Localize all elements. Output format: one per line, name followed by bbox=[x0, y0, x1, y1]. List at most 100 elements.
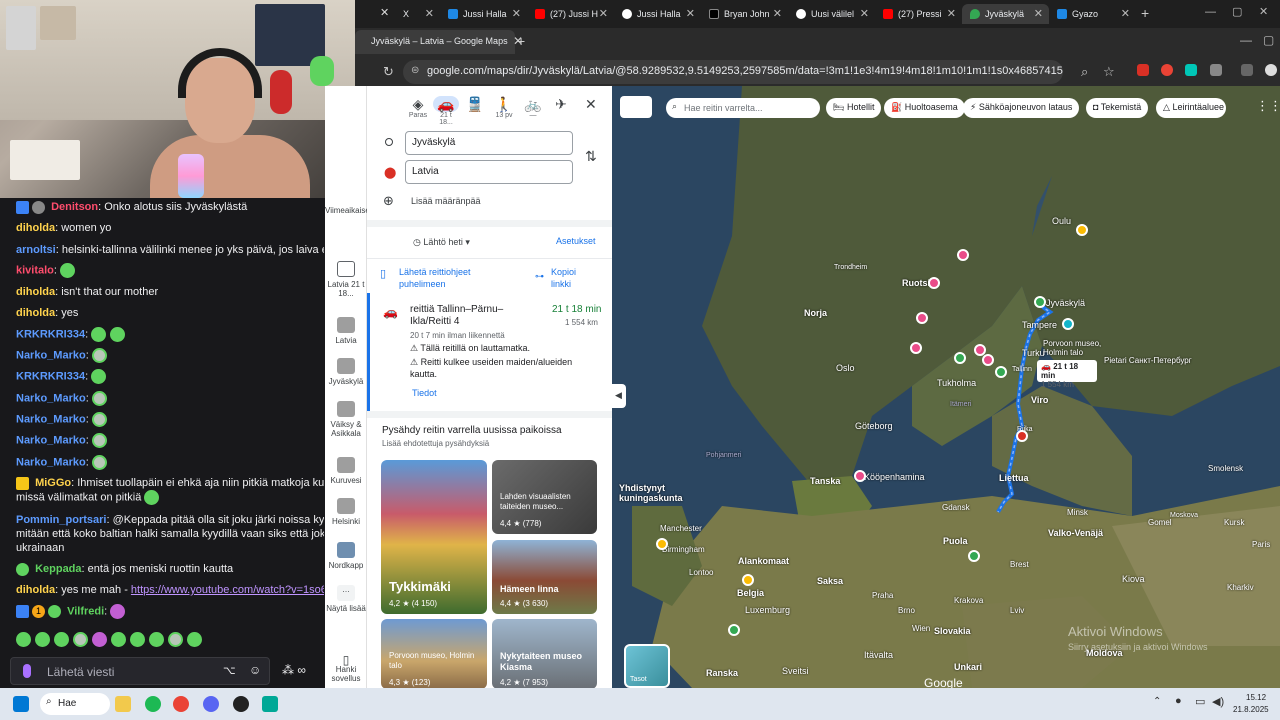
collapse-panel-button[interactable]: ◀ bbox=[612, 384, 626, 408]
route-time-label[interactable]: 🚗 21 t 18 min 1 554 km bbox=[1037, 360, 1097, 389]
profile-avatar[interactable] bbox=[1265, 64, 1277, 76]
poi-pin[interactable] bbox=[1076, 224, 1088, 236]
maximize-icon[interactable]: ▢ bbox=[1232, 5, 1242, 18]
poi-pin[interactable] bbox=[982, 354, 994, 366]
volume-icon[interactable]: ◀) bbox=[1212, 695, 1224, 708]
layers-button[interactable]: Tasot bbox=[624, 644, 670, 688]
network-icon[interactable]: ▭ bbox=[1195, 695, 1205, 708]
menu-icon[interactable] bbox=[1241, 64, 1253, 76]
chip-hotels[interactable]: 🛏 Hotellit bbox=[826, 98, 882, 118]
tab[interactable]: (27) Jussi H ✕ bbox=[527, 4, 614, 24]
rail-item-kuruvesi[interactable]: Kuruvesi bbox=[325, 457, 367, 485]
mode-car[interactable]: 🚗 21 t 18... bbox=[433, 96, 459, 126]
poi-pin[interactable] bbox=[910, 342, 922, 354]
youtube-link[interactable]: https://www.youtube.com/watch?v=1so6Mvm bbox=[131, 584, 324, 596]
clock-date[interactable]: 21.8.2025 bbox=[1233, 705, 1269, 714]
rail-get-app[interactable]: ▯ Hanki sovellus bbox=[325, 654, 367, 683]
bookmark-star-icon[interactable]: ☆ bbox=[1103, 64, 1115, 80]
emoji-icon[interactable]: ☺ bbox=[249, 663, 261, 677]
channel-points-icon[interactable]: ⁂ ∞ bbox=[282, 663, 306, 677]
taskbar-search[interactable]: ⌕ Hae bbox=[40, 693, 110, 715]
poi-pin[interactable] bbox=[742, 574, 754, 586]
place-card-kiasma[interactable]: Nykytaiteen museo Kiasma 4,2 ★ (7 953) bbox=[492, 619, 597, 688]
place-card-hameen-linna[interactable]: Hämeen linna 4,4 ★ (3 630) bbox=[492, 540, 597, 614]
chrome-icon[interactable] bbox=[173, 696, 189, 712]
depart-dropdown[interactable]: ◷ Lähtö heti ▾ bbox=[407, 234, 476, 252]
settings-link[interactable]: Asetukset bbox=[556, 236, 596, 246]
destination-input[interactable]: Latvia bbox=[405, 160, 573, 184]
window-close-icon[interactable]: ✕ bbox=[1259, 5, 1268, 18]
add-destination[interactable]: Lisää määränpää bbox=[411, 196, 481, 206]
tray-chevron-icon[interactable]: ⌃ bbox=[1153, 696, 1161, 707]
chip-ev[interactable]: ⚡ Sähköajoneuvon lataus bbox=[963, 98, 1080, 118]
poi-pin[interactable] bbox=[957, 249, 969, 261]
mic-icon[interactable]: ● bbox=[1175, 695, 1182, 707]
minimize-icon[interactable]: — bbox=[1240, 33, 1252, 47]
copy-link[interactable]: Kopioi linkki bbox=[551, 266, 596, 290]
chip-gas[interactable]: ⛽ Huoltoasema bbox=[884, 98, 965, 118]
extensions-puzzle-icon[interactable] bbox=[1210, 64, 1222, 76]
mic-icon[interactable] bbox=[23, 664, 31, 678]
tab[interactable]: Jussi Halla ✕ bbox=[614, 4, 701, 24]
minimize-icon[interactable]: — bbox=[1205, 6, 1216, 18]
inner-tab[interactable]: Jyväskylä – Latvia – Google Maps bbox=[355, 30, 515, 54]
address-bar[interactable]: ⊜ google.com/maps/dir/Jyväskylä/Latvia/@… bbox=[403, 60, 1063, 84]
file-explorer-icon[interactable] bbox=[115, 696, 131, 712]
extension-icon[interactable] bbox=[1161, 64, 1173, 76]
rail-item-latvia[interactable]: Latvia bbox=[325, 317, 367, 345]
tab[interactable]: (27) Pressi ✕ bbox=[875, 4, 962, 24]
chip-camping[interactable]: △ Leirintäaluee bbox=[1156, 98, 1226, 118]
clock-time[interactable]: 15.12 bbox=[1246, 693, 1266, 702]
route-option[interactable]: 🚗 reittiä Tallinn–Pärnu–Ikla/Reitti 4 21… bbox=[367, 293, 612, 411]
extension-icon[interactable] bbox=[1137, 64, 1149, 76]
rail-show-more[interactable]: … Näytä lisää bbox=[325, 585, 367, 613]
discord-icon[interactable] bbox=[203, 696, 219, 712]
destination-pin[interactable] bbox=[1016, 430, 1028, 442]
zoom-icon[interactable]: ⌕ bbox=[1081, 64, 1088, 80]
poi-pin[interactable] bbox=[968, 550, 980, 562]
rail-item-latvia-route[interactable]: Latvia 21 t 18... bbox=[325, 261, 367, 298]
rail-item-jyvaskyla[interactable]: Jyväskylä bbox=[325, 358, 367, 386]
new-tab-icon[interactable]: + bbox=[1141, 5, 1149, 21]
poi-pin[interactable] bbox=[728, 624, 740, 636]
spotify-icon[interactable] bbox=[145, 696, 161, 712]
reload-icon[interactable]: ↻ bbox=[383, 64, 394, 80]
add-icon[interactable]: ⊕ bbox=[383, 193, 394, 209]
place-card-porvoo[interactable]: Porvoon museo, Holmin talo 4,3 ★ (123) bbox=[381, 619, 487, 688]
mode-best[interactable]: ◈ Paras bbox=[405, 96, 431, 119]
new-tab-icon[interactable]: + bbox=[517, 33, 525, 49]
origin-input[interactable]: Jyväskylä bbox=[405, 131, 573, 155]
map-type-button[interactable] bbox=[620, 96, 652, 118]
send-to-phone-link[interactable]: Lähetä reittiohjeet puhelimeen bbox=[399, 266, 499, 290]
swap-icon[interactable]: ⇅ bbox=[585, 148, 597, 165]
tab[interactable]: Bryan John ✕ bbox=[701, 4, 788, 24]
mode-bike[interactable]: 🚲 — bbox=[520, 96, 546, 119]
translate-icon[interactable]: ⌥ bbox=[223, 664, 236, 677]
chip-activities[interactable]: ◘ Tekemistä bbox=[1086, 98, 1149, 118]
rail-item-helsinki[interactable]: Helsinki bbox=[325, 498, 367, 526]
windows-start-icon[interactable] bbox=[13, 696, 29, 712]
place-card-tykkimaki[interactable]: Tykkimäki 4,2 ★ (4 150) bbox=[381, 460, 487, 614]
poi-pin[interactable] bbox=[854, 470, 866, 482]
rail-item-vaaksy[interactable]: Väiksy & Asikkala bbox=[325, 401, 367, 438]
poi-pin[interactable] bbox=[954, 352, 966, 364]
app-icon[interactable] bbox=[262, 696, 278, 712]
mode-walk[interactable]: 🚶 13 pv bbox=[491, 96, 517, 119]
place-card-lahti-museum[interactable]: Lahden visuaalisten taiteiden museo... 4… bbox=[492, 460, 597, 534]
tab[interactable]: X ✕ bbox=[395, 4, 440, 24]
details-link[interactable]: Tiedot bbox=[412, 388, 437, 398]
site-info-icon[interactable]: ⊜ bbox=[411, 65, 419, 76]
map-search-input[interactable]: ⌕ Hae reitin varrelta... bbox=[666, 98, 820, 118]
close-icon[interactable]: ✕ bbox=[380, 6, 389, 19]
origin-pin[interactable] bbox=[1034, 296, 1046, 308]
porvoo-poi-label[interactable]: Porvoon museo, Holmin talo bbox=[1043, 339, 1105, 357]
maximize-icon[interactable]: ▢ bbox=[1263, 33, 1274, 47]
extension-icon[interactable] bbox=[1185, 64, 1197, 76]
chat-input[interactable]: Lähetä viesti ⌥ ☺ bbox=[10, 657, 270, 685]
mode-transit[interactable]: 🚆 bbox=[462, 96, 488, 112]
tab[interactable]: Jussi Halla ✕ bbox=[440, 4, 527, 24]
poi-pin[interactable] bbox=[928, 277, 940, 289]
poi-pin[interactable] bbox=[1062, 318, 1074, 330]
rail-recent[interactable]: Viimeaikaiset bbox=[325, 206, 372, 215]
tab-active[interactable]: Jyväskylä ✕ bbox=[962, 4, 1049, 24]
